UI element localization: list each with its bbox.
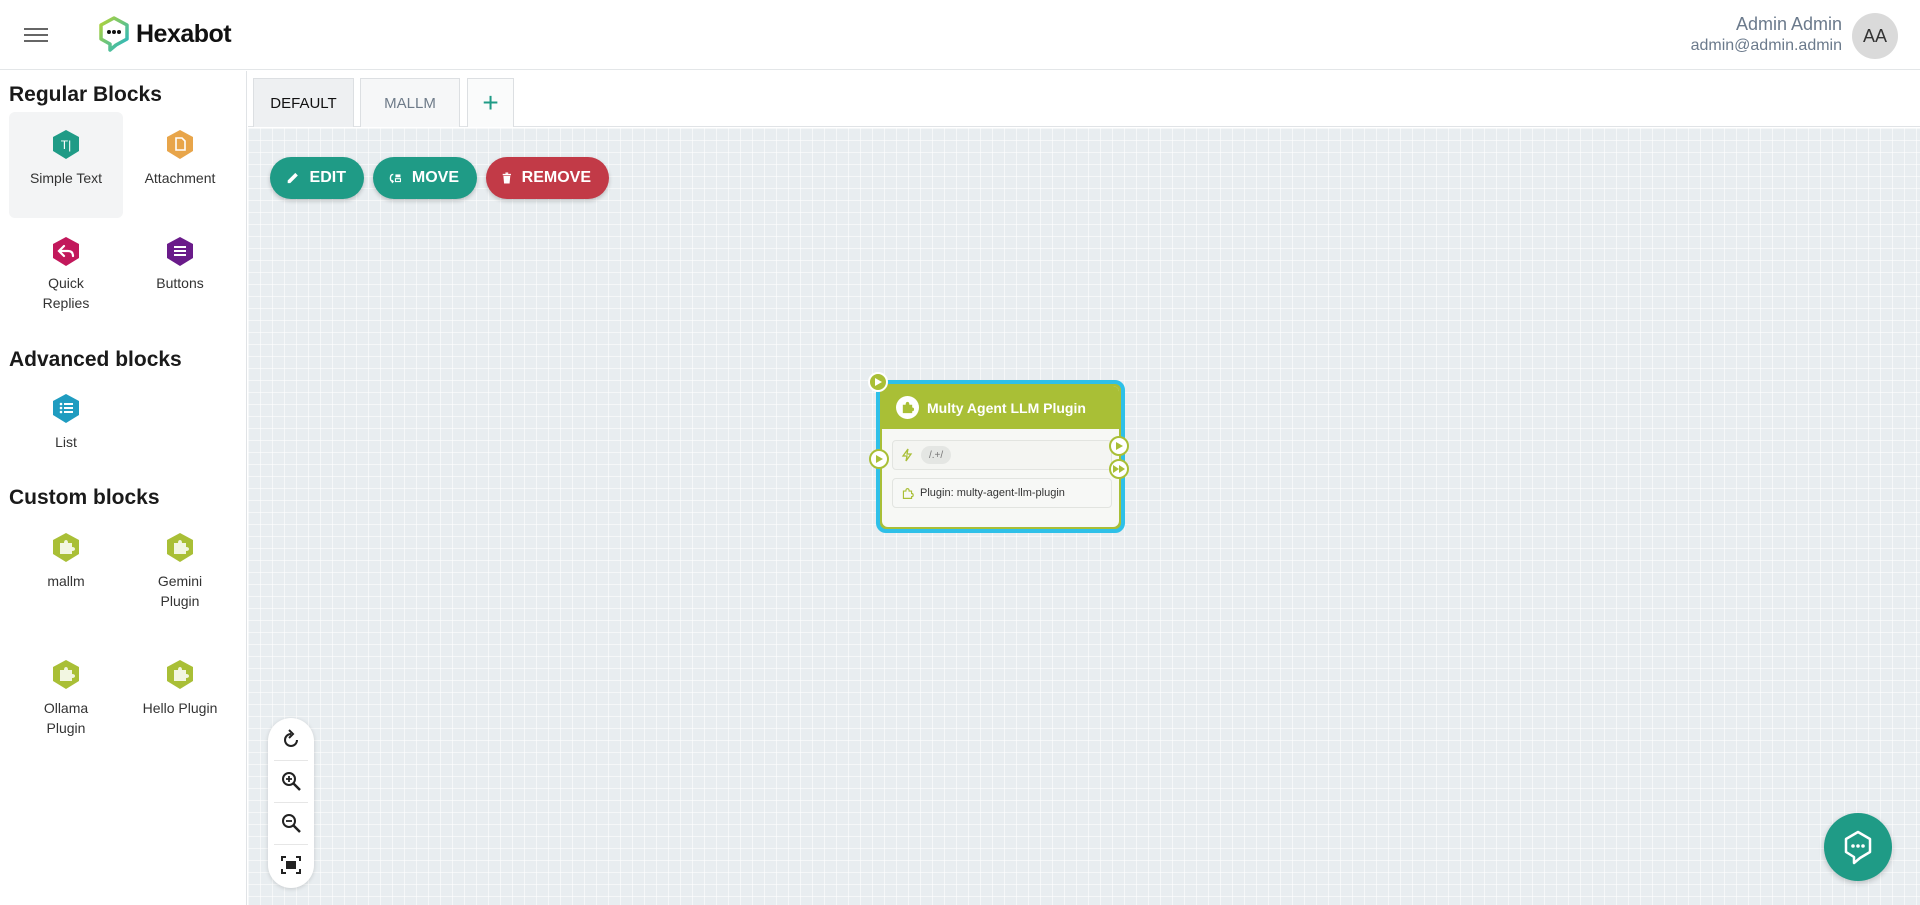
- remove-button-label: REMOVE: [521, 169, 591, 186]
- zoom-out-button[interactable]: [268, 803, 314, 843]
- app-logo[interactable]: Hexabot: [98, 16, 232, 52]
- tab-default[interactable]: DEFAULT: [253, 78, 354, 127]
- remove-button[interactable]: REMOVE: [486, 157, 609, 199]
- tab-mallm[interactable]: MALLM: [360, 78, 460, 127]
- next-port[interactable]: [1109, 436, 1129, 456]
- puzzle-icon: [902, 487, 914, 499]
- block-gemini-plugin[interactable]: Gemini Plugin: [123, 517, 237, 617]
- section-title-regular-blocks: Regular Blocks: [9, 83, 162, 106]
- block-hello-plugin[interactable]: Hello Plugin: [123, 644, 237, 744]
- chat-widget-button[interactable]: [1824, 813, 1892, 881]
- fast-forward-icon: [1113, 465, 1125, 473]
- simple-text-icon: T|: [53, 130, 79, 159]
- plugin-name: Plugin: multy-agent-llm-plugin: [920, 487, 1065, 499]
- input-port[interactable]: [869, 449, 889, 469]
- block-attachment[interactable]: Attachment: [123, 112, 237, 218]
- puzzle-icon: [53, 533, 79, 562]
- block-label: Buttons: [156, 275, 204, 291]
- reset-view-button[interactable]: [268, 720, 314, 760]
- hexabot-logo-icon: [99, 16, 129, 52]
- attached-port[interactable]: [1109, 459, 1129, 479]
- puzzle-icon: [167, 660, 193, 689]
- block-label: Hello Plugin: [142, 700, 218, 716]
- block-ollama-plugin[interactable]: Ollama Plugin: [9, 644, 123, 744]
- zoom-controls: [268, 718, 314, 888]
- section-title-advanced-blocks: Advanced blocks: [9, 348, 182, 371]
- node-body: Multy Agent LLM Plugin /.+/ Plugin: mult…: [882, 386, 1119, 527]
- node-title: Multy Agent LLM Plugin: [927, 399, 1086, 416]
- play-icon: [875, 378, 882, 386]
- pattern-chip: /.+/: [921, 446, 952, 464]
- svg-text:T|: T|: [61, 138, 71, 152]
- user-email: admin@admin.admin: [1690, 37, 1842, 54]
- list-icon: [53, 394, 79, 423]
- zoom-out-icon: [282, 814, 301, 833]
- chat-bubble-icon: [1844, 830, 1872, 865]
- block-mallm[interactable]: mallm: [9, 517, 123, 617]
- move-button[interactable]: MOVE: [373, 157, 477, 199]
- user-info[interactable]: Admin Admin admin@admin.admin: [1691, 14, 1842, 55]
- block-label: Attachment: [144, 170, 216, 186]
- start-port[interactable]: [868, 372, 888, 392]
- edit-button-label: EDIT: [309, 169, 346, 186]
- section-title-custom-blocks: Custom blocks: [9, 486, 160, 509]
- block-label: Ollama Plugin: [43, 700, 89, 736]
- menu-icon[interactable]: [24, 24, 48, 44]
- flow-node[interactable]: Multy Agent LLM Plugin /.+/ Plugin: mult…: [876, 380, 1125, 533]
- move-button-label: MOVE: [411, 169, 459, 186]
- block-label: mallm: [47, 573, 85, 589]
- quick-replies-icon: [53, 237, 79, 266]
- fit-screen-icon: [281, 856, 301, 874]
- avatar[interactable]: AA: [1852, 13, 1898, 59]
- plugin-icon: [896, 396, 919, 419]
- node-plugin-row: Plugin: multy-agent-llm-plugin: [892, 478, 1112, 508]
- block-list[interactable]: List: [9, 380, 123, 466]
- puzzle-icon: [53, 660, 79, 689]
- attachment-icon: [167, 130, 193, 159]
- zoom-in-icon: [282, 772, 301, 791]
- block-buttons[interactable]: Buttons: [123, 221, 237, 329]
- block-quick-replies[interactable]: Quick Replies: [9, 221, 123, 329]
- block-label: Quick Replies: [42, 275, 90, 311]
- flow-tabs: DEFAULT MALLM +: [248, 71, 1920, 127]
- fit-view-button[interactable]: [268, 845, 314, 885]
- buttons-icon: [167, 237, 193, 266]
- edit-button[interactable]: EDIT: [270, 157, 364, 199]
- zoom-in-button[interactable]: [268, 761, 314, 801]
- block-palette: Regular Blocks T| Simple Text Attachment…: [0, 71, 247, 905]
- move-icon: [389, 173, 401, 184]
- node-trigger-row: /.+/: [892, 440, 1112, 470]
- block-label: List: [55, 434, 77, 450]
- block-label: Simple Text: [29, 170, 103, 186]
- user-name: Admin Admin: [1735, 14, 1842, 34]
- trash-icon: [502, 172, 511, 184]
- lightning-icon: [901, 448, 913, 462]
- add-tab-button[interactable]: +: [467, 78, 514, 127]
- block-label: Gemini Plugin: [157, 573, 203, 609]
- pencil-icon: [287, 172, 298, 184]
- play-icon: [1116, 442, 1123, 450]
- puzzle-icon: [167, 533, 193, 562]
- node-header[interactable]: Multy Agent LLM Plugin: [882, 386, 1119, 429]
- block-simple-text[interactable]: T| Simple Text: [9, 112, 123, 218]
- top-bar: Hexabot Admin Admin admin@admin.admin AA: [0, 0, 1920, 70]
- play-icon: [876, 455, 883, 463]
- refresh-icon: [284, 729, 298, 747]
- app-name: Hexabot: [136, 19, 232, 48]
